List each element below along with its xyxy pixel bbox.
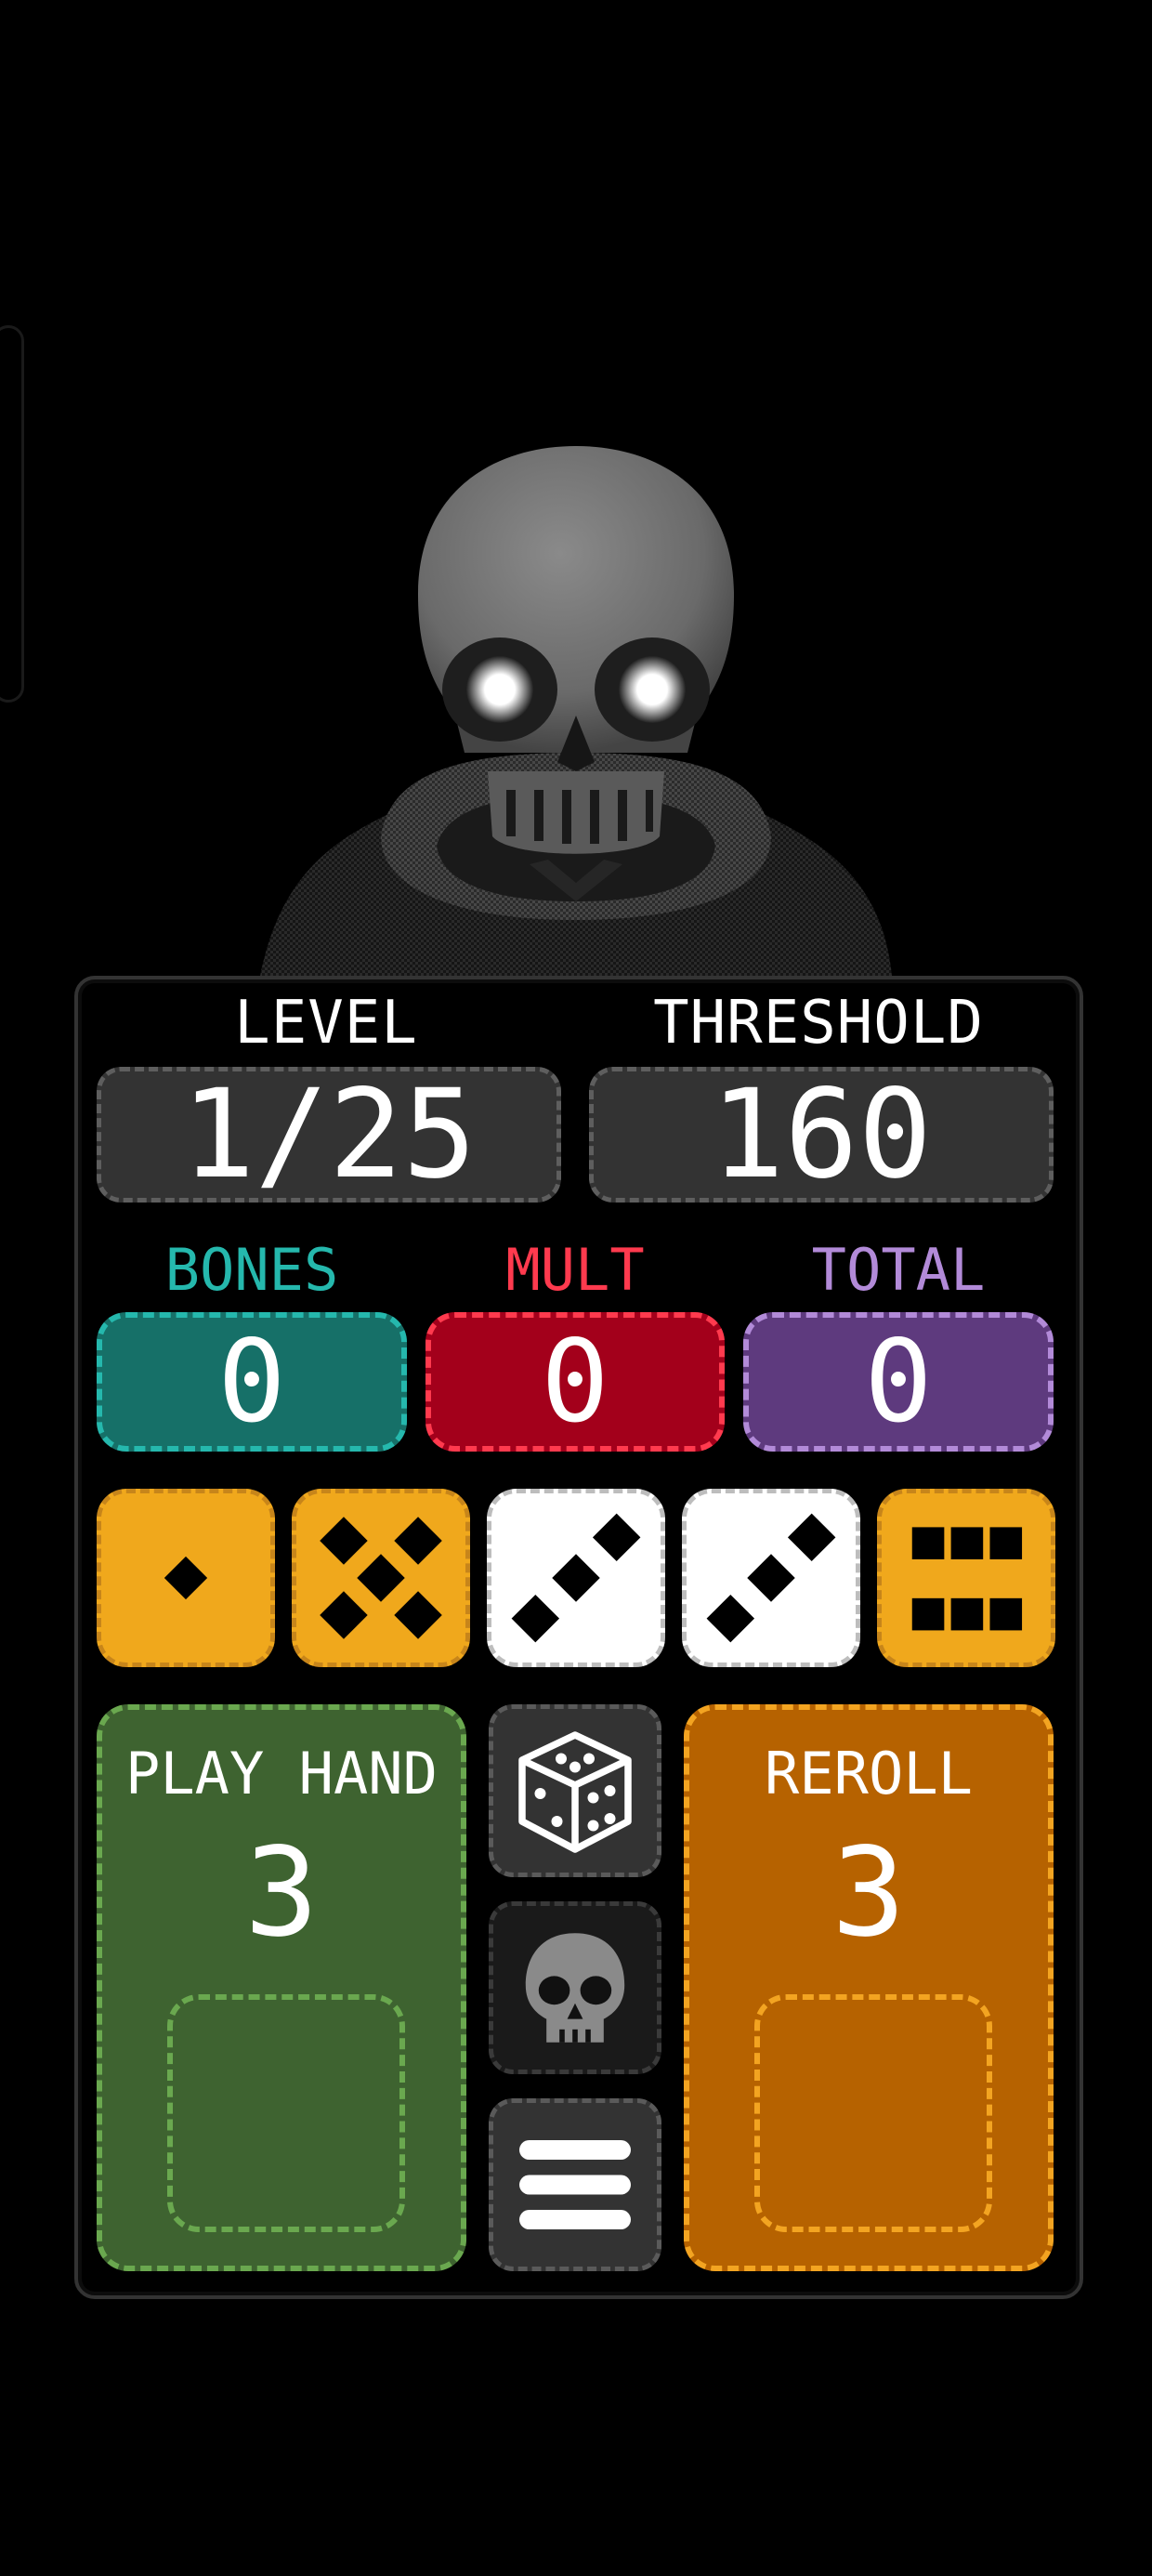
- mult-box: 0: [425, 1312, 725, 1452]
- total-label: TOTAL: [811, 1236, 986, 1304]
- bones-value: 0: [217, 1316, 286, 1448]
- die-face-one-icon: [164, 1556, 208, 1600]
- level-box: 1/25: [97, 1067, 561, 1203]
- bones-box: 0: [97, 1312, 407, 1452]
- die-5[interactable]: [877, 1489, 1055, 1667]
- skull-button[interactable]: [489, 1901, 661, 2074]
- level-label: LEVEL: [234, 989, 418, 1058]
- dice-icon: [518, 1731, 632, 1853]
- dice-info-button[interactable]: [489, 1704, 661, 1877]
- die-4[interactable]: [682, 1489, 860, 1667]
- play-hand-label: PLAY HAND: [125, 1740, 438, 1807]
- mult-label: MULT: [505, 1236, 645, 1304]
- threshold-value: 160: [710, 1063, 933, 1206]
- skull-icon: [525, 1933, 625, 2043]
- bones-label: BONES: [164, 1236, 339, 1304]
- skull-boss-icon: [260, 446, 892, 976]
- reroll-count: 3: [831, 1821, 906, 1965]
- play-hand-count: 3: [244, 1821, 319, 1965]
- menu-button[interactable]: [489, 2098, 661, 2271]
- die-1[interactable]: [97, 1489, 275, 1667]
- play-hand-button[interactable]: PLAY HAND 3: [97, 1704, 466, 2271]
- reroll-button[interactable]: REROLL 3: [684, 1704, 1054, 2271]
- reroll-label: REROLL: [765, 1740, 973, 1807]
- die-2[interactable]: [292, 1489, 470, 1667]
- total-box: 0: [743, 1312, 1054, 1452]
- die-face-three-icon: [511, 1513, 641, 1643]
- level-value: 1/25: [181, 1063, 477, 1206]
- die-3[interactable]: [487, 1489, 665, 1667]
- menu-icon: [519, 2140, 631, 2229]
- threshold-label: THRESHOLD: [653, 989, 984, 1058]
- die-face-six-icon: [911, 1527, 1023, 1631]
- total-value: 0: [864, 1316, 933, 1448]
- mult-value: 0: [541, 1316, 609, 1448]
- die-face-five-icon: [320, 1517, 442, 1639]
- threshold-box: 160: [589, 1067, 1054, 1203]
- screen-edge: [0, 325, 24, 703]
- die-face-three-icon: [706, 1513, 836, 1643]
- play-hand-slot[interactable]: [167, 1994, 405, 2232]
- reroll-slot[interactable]: [754, 1994, 992, 2232]
